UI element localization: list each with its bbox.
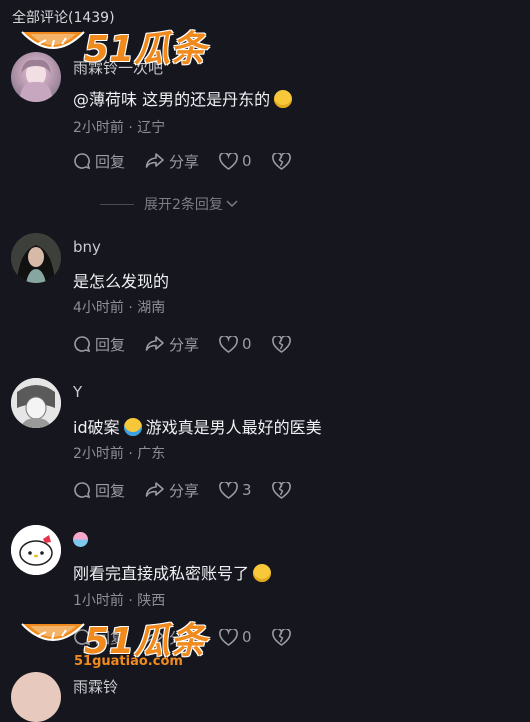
- comment-text: 刚看完直接成私密账号了: [73, 560, 275, 584]
- share-icon: [145, 336, 164, 351]
- share-label: 分享: [169, 152, 200, 171]
- comment-username[interactable]: Y: [73, 383, 82, 401]
- comment-actions: 回复 分享 0: [73, 333, 315, 355]
- reply-button[interactable]: 回复: [73, 151, 125, 172]
- comment-username[interactable]: [73, 530, 92, 548]
- reply-icon: [74, 482, 91, 499]
- broken-heart-icon: [271, 335, 291, 353]
- expand-divider: [100, 203, 134, 205]
- reply-label: 回复: [95, 481, 126, 500]
- watermelon-logo-icon: [21, 31, 85, 49]
- broken-heart-icon: [271, 481, 291, 499]
- watermark-brand: 51瓜条: [84, 29, 207, 70]
- heart-icon: [219, 628, 238, 646]
- share-icon: [145, 153, 164, 168]
- comment-meta: 4小时前 · 湖南: [73, 300, 166, 316]
- share-button[interactable]: 分享: [145, 480, 199, 501]
- watermark-site: 51guatiao.com: [74, 654, 183, 669]
- watermelon-logo-icon: [21, 623, 85, 641]
- comment-text-content: 游戏真是男人最好的医美: [145, 418, 322, 437]
- reply-button[interactable]: 回复: [73, 334, 125, 355]
- like-button[interactable]: 0: [219, 335, 252, 353]
- avatar[interactable]: [11, 233, 61, 283]
- avatar[interactable]: [11, 378, 61, 428]
- expand-replies-label: 展开2条回复: [144, 197, 223, 213]
- like-count: 0: [242, 152, 252, 170]
- heart-icon: [219, 335, 238, 353]
- worried-face-emoji: [253, 564, 272, 582]
- comment-text: @薄荷味 这男的还是丹东的: [73, 86, 296, 110]
- like-count: 3: [242, 481, 252, 499]
- comment-meta: 1小时前 · 陕西: [73, 593, 166, 609]
- comment-text: id破案 游戏真是男人最好的医美: [73, 414, 322, 438]
- like-button[interactable]: 0: [219, 628, 252, 646]
- expand-replies-button[interactable]: 展开2条回复: [100, 194, 239, 214]
- like-button[interactable]: 3: [219, 481, 252, 499]
- avatar-image: [11, 525, 61, 575]
- reply-label: 回复: [95, 335, 126, 354]
- avatar[interactable]: [11, 525, 61, 575]
- dislike-button[interactable]: [271, 152, 295, 170]
- comment-actions: 回复 分享 3: [73, 479, 315, 501]
- comment-meta: 2小时前 · 广东: [73, 446, 166, 462]
- avatar[interactable]: [11, 672, 61, 722]
- broken-heart-icon: [271, 628, 291, 646]
- share-icon: [145, 482, 164, 497]
- dislike-button[interactable]: [271, 335, 295, 353]
- shell-avatar-badge-icon: [73, 532, 88, 547]
- broken-heart-icon: [271, 152, 291, 170]
- heart-icon: [219, 481, 238, 499]
- heart-icon: [219, 152, 238, 170]
- chevron-down-icon: [226, 200, 238, 208]
- like-count: 0: [242, 335, 252, 353]
- rolling-laughing-emoji: [123, 418, 142, 436]
- comment-text-content: id破案: [73, 418, 120, 437]
- comment-text-content: @薄荷味 这男的还是丹东的: [73, 90, 271, 109]
- comment-text-content: 刚看完直接成私密账号了: [73, 564, 250, 583]
- avatar-image: [11, 233, 61, 283]
- share-button[interactable]: 分享: [145, 151, 199, 172]
- comment-username[interactable]: bny: [73, 238, 101, 256]
- reply-label: 回复: [95, 152, 126, 171]
- face-with-glasses-emoji: [274, 90, 293, 108]
- reply-icon: [74, 336, 91, 353]
- dislike-button[interactable]: [271, 481, 295, 499]
- share-label: 分享: [169, 335, 200, 354]
- comment-actions: 回复 分享 0: [73, 150, 315, 172]
- comment-meta: 2小时前 · 辽宁: [73, 120, 166, 136]
- dislike-button[interactable]: [271, 628, 295, 646]
- share-button[interactable]: 分享: [145, 334, 199, 355]
- like-button[interactable]: 0: [219, 152, 252, 170]
- comment-text: 是怎么发现的: [73, 272, 170, 291]
- reply-icon: [74, 153, 91, 170]
- reply-button[interactable]: 回复: [73, 480, 125, 501]
- avatar-image: [11, 378, 61, 428]
- like-count: 0: [242, 628, 252, 646]
- share-label: 分享: [169, 481, 200, 500]
